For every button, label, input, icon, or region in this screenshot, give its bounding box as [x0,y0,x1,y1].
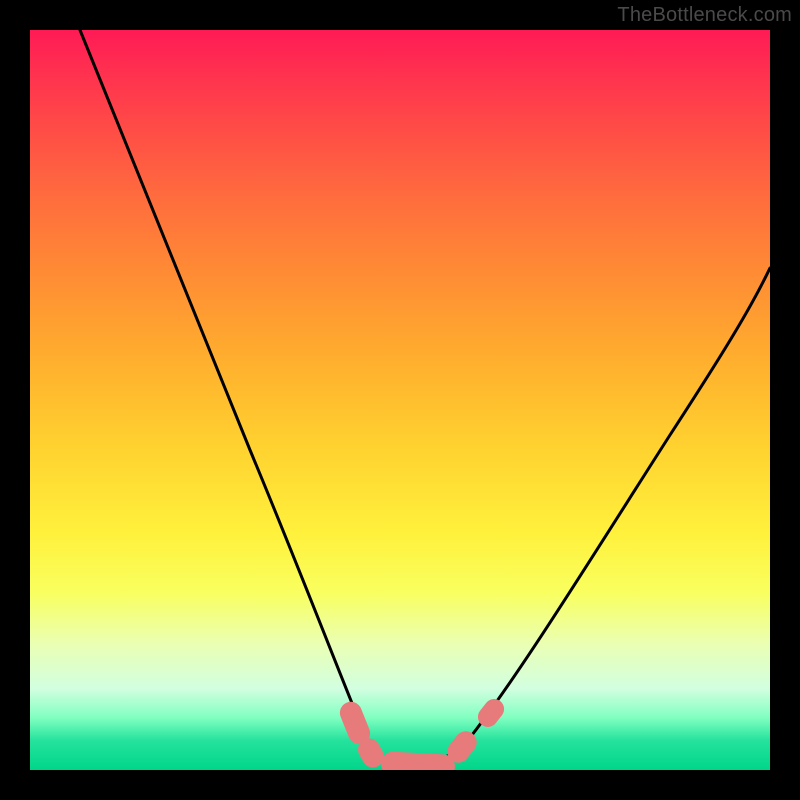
marker-group [337,695,509,770]
chart-frame: TheBottleneck.com [0,0,800,800]
curve-left-branch [80,30,375,760]
chart-svg [30,30,770,770]
plot-area [30,30,770,770]
watermark-text: TheBottleneck.com [617,4,792,27]
curve-right-branch [460,268,770,750]
marker-capsule [380,751,455,770]
